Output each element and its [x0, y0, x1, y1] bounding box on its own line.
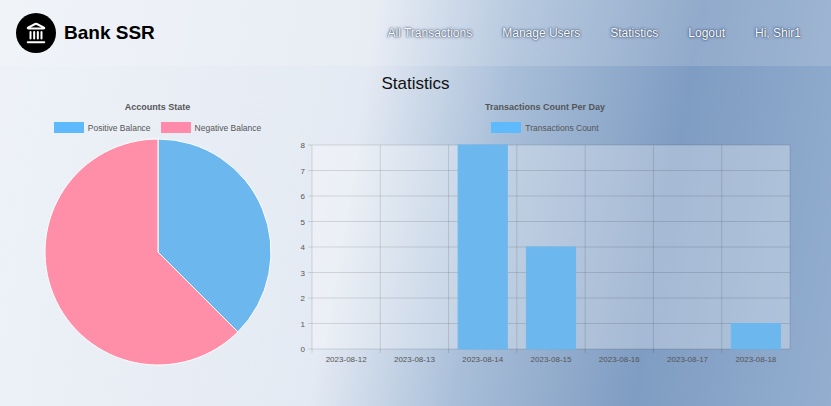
page: Bank SSR All Transactions Manage Users Stat…: [0, 0, 831, 406]
y-tick: 7: [301, 167, 306, 176]
legend-swatch: [491, 122, 521, 133]
pie-slice[interactable]: [44, 139, 237, 365]
x-label: 2023-08-16: [599, 355, 640, 364]
chart-title: Accounts State: [125, 102, 191, 114]
y-tick: 8: [301, 141, 306, 150]
bar[interactable]: [595, 349, 644, 350]
x-label: 2023-08-15: [531, 355, 572, 364]
header: Bank SSR All Transactions Manage Users Stat…: [0, 0, 831, 66]
charts-row: Accounts State Positive Balance Negative B…: [0, 102, 831, 369]
chart-legend: Positive Balance Negative Balance: [54, 122, 261, 133]
user-greeting[interactable]: Hi, Shir1: [755, 26, 801, 40]
bank-icon: [16, 13, 56, 53]
chart-legend: Transactions Count: [491, 122, 598, 133]
bar[interactable]: [458, 145, 507, 349]
bar[interactable]: [526, 247, 575, 349]
y-tick: 1: [301, 320, 306, 329]
nav: All Transactions Manage Users Statistics Lo…: [388, 26, 801, 40]
bar[interactable]: [322, 349, 371, 350]
legend-swatch: [54, 122, 84, 133]
brand[interactable]: Bank SSR: [16, 13, 155, 53]
x-label: 2023-08-17: [667, 355, 708, 364]
grid-line: [721, 145, 722, 353]
x-label: 2023-08-14: [462, 355, 503, 364]
grid-line: [516, 145, 517, 353]
transactions-chart: Transactions Count Per Day Transactions C…: [290, 102, 800, 369]
y-tick: 6: [301, 192, 306, 201]
bar[interactable]: [663, 349, 712, 350]
nav-link[interactable]: Statistics: [610, 26, 658, 40]
page-title: Statistics: [0, 74, 831, 94]
nav-link[interactable]: Logout: [688, 26, 725, 40]
brand-name: Bank SSR: [64, 22, 155, 44]
grid-line: [585, 145, 586, 353]
accounts-state-chart: Accounts State Positive Balance Negative B…: [40, 102, 275, 369]
legend-swatch: [161, 122, 191, 133]
grid-line: [653, 145, 654, 353]
y-tick: 3: [301, 269, 306, 278]
y-tick: 0: [301, 345, 306, 354]
grid-line: [312, 145, 313, 353]
nav-link[interactable]: Manage Users: [502, 26, 580, 40]
x-label: 2023-08-13: [394, 355, 435, 364]
grid-line: [448, 145, 449, 353]
bar[interactable]: [731, 324, 780, 350]
chart-title: Transactions Count Per Day: [485, 102, 605, 114]
legend-item[interactable]: Positive Balance: [54, 122, 151, 133]
bar[interactable]: [390, 349, 439, 350]
y-tick: 5: [301, 218, 306, 227]
nav-link[interactable]: All Transactions: [388, 26, 473, 40]
y-tick: 2: [301, 294, 306, 303]
pie-chart: [43, 137, 273, 367]
grid-line: [380, 145, 381, 353]
x-label: 2023-08-12: [326, 355, 367, 364]
bar-chart: 0 1 2 3 4 5 6 7 8 2023-08-12 2023-08-13 2023-08-14 2…: [290, 137, 800, 369]
x-label: 2023-08-18: [735, 355, 776, 364]
legend-item[interactable]: Negative Balance: [161, 122, 262, 133]
y-tick: 4: [301, 243, 306, 252]
legend-item[interactable]: Transactions Count: [491, 122, 598, 133]
